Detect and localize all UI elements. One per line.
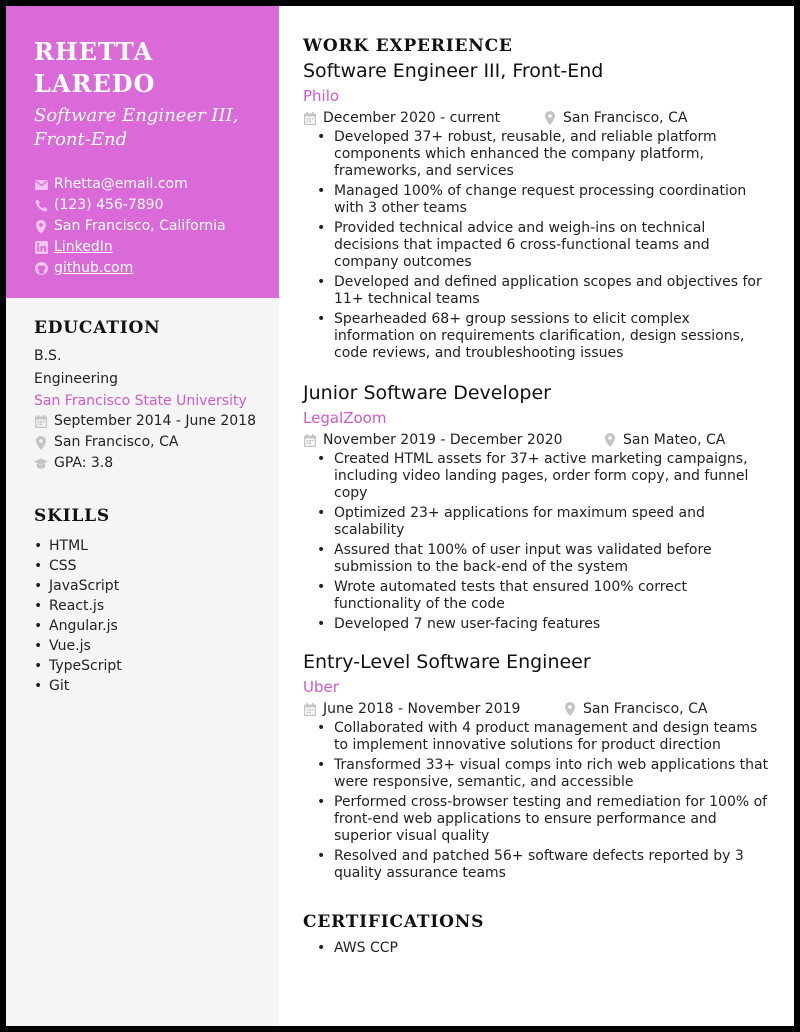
work-experience-heading: WORK EXPERIENCE bbox=[303, 36, 513, 56]
degree: B.S. bbox=[34, 348, 62, 364]
envelope-icon bbox=[34, 178, 48, 192]
field-of-study: Engineering bbox=[34, 371, 118, 387]
education-location-text: San Francisco, CA bbox=[54, 434, 179, 450]
calendar-icon bbox=[303, 433, 317, 447]
contact-linkedin: LinkedIn bbox=[34, 237, 251, 258]
github-link[interactable]: github.com bbox=[54, 258, 133, 279]
job-location-text: San Francisco, CA bbox=[583, 701, 708, 717]
calendar-icon bbox=[303, 702, 317, 716]
skill-item: Angular.js bbox=[34, 616, 269, 636]
job-location-text: San Francisco, CA bbox=[563, 110, 688, 126]
skills-heading: SKILLS bbox=[34, 506, 110, 526]
education-gpa: GPA: 3.8 bbox=[34, 453, 269, 474]
skills-list: HTML CSS JavaScript React.js Angular.js … bbox=[34, 536, 269, 696]
job-bullet: Wrote automated tests that ensured 100% … bbox=[314, 579, 773, 613]
linkedin-link[interactable]: LinkedIn bbox=[54, 237, 113, 258]
job-location-text: San Mateo, CA bbox=[623, 432, 726, 448]
job-bullet: Created HTML assets for 37+ active marke… bbox=[314, 451, 773, 502]
skill-item: React.js bbox=[34, 596, 269, 616]
certifications-heading: CERTIFICATIONS bbox=[303, 912, 485, 932]
company-name: Philo bbox=[303, 87, 340, 105]
job-bullet: Resolved and patched 56+ software defect… bbox=[314, 848, 773, 882]
job-dates-text: December 2020 - current bbox=[323, 110, 501, 126]
location-pin-icon bbox=[34, 435, 48, 450]
job-bullet: Transformed 33+ visual comps into rich w… bbox=[314, 757, 773, 791]
calendar-icon bbox=[303, 111, 317, 125]
resume-page: RHETTA LAREDO Software Engineer III, Fro… bbox=[6, 6, 794, 1026]
linkedin-icon bbox=[34, 241, 48, 255]
job-meta: December 2020 - current San Francisco, C… bbox=[303, 108, 773, 128]
job-location: San Mateo, CA bbox=[603, 430, 725, 450]
contact-list: Rhetta@email.com (123) 456-7890 San Fran… bbox=[34, 174, 251, 279]
candidate-name: RHETTA LAREDO bbox=[34, 37, 156, 98]
main-column: WORK EXPERIENCE Software Engineer III, F… bbox=[303, 36, 773, 960]
company-name: Uber bbox=[303, 678, 339, 696]
job-bullet: Developed 7 new user-facing features bbox=[314, 616, 773, 633]
skill-item: Vue.js bbox=[34, 636, 269, 656]
job-title: Junior Software Developer bbox=[303, 382, 551, 404]
job-entry: Entry-Level Software Engineer Uber June … bbox=[303, 649, 773, 882]
education-section: EDUCATION B.S. Engineering San Francisco… bbox=[34, 318, 269, 474]
education-dates-text: September 2014 - June 2018 bbox=[54, 413, 256, 429]
job-bullet: Developed 37+ robust, reusable, and reli… bbox=[314, 129, 773, 180]
contact-location: San Francisco, California bbox=[34, 216, 251, 237]
phone-icon bbox=[34, 199, 48, 213]
job-location: San Francisco, CA bbox=[543, 108, 687, 128]
skill-item: CSS bbox=[34, 556, 269, 576]
location-pin-icon bbox=[543, 111, 557, 125]
job-dates-text: November 2019 - December 2020 bbox=[323, 432, 563, 448]
phone-text: (123) 456-7890 bbox=[54, 197, 164, 213]
job-bullet: Performed cross-browser testing and reme… bbox=[314, 794, 773, 845]
location-text: San Francisco, California bbox=[54, 218, 226, 234]
job-dates: June 2018 - November 2019 bbox=[303, 699, 563, 719]
job-dates: December 2020 - current bbox=[303, 108, 543, 128]
location-pin-icon bbox=[563, 702, 577, 716]
education-location: San Francisco, CA bbox=[34, 432, 269, 453]
education-dates: September 2014 - June 2018 bbox=[34, 411, 269, 432]
job-bullet: Managed 100% of change request processin… bbox=[314, 183, 773, 217]
location-pin-icon bbox=[603, 433, 617, 447]
job-bullet: Provided technical advice and weigh-ins … bbox=[314, 220, 773, 271]
job-location: San Francisco, CA bbox=[563, 699, 707, 719]
skill-item: JavaScript bbox=[34, 576, 269, 596]
skill-item: Git bbox=[34, 676, 269, 696]
job-meta: June 2018 - November 2019 San Francisco,… bbox=[303, 699, 773, 719]
location-pin-icon bbox=[34, 219, 48, 234]
job-entry: Junior Software Developer LegalZoom Nove… bbox=[303, 380, 773, 633]
calendar-icon bbox=[34, 415, 48, 429]
job-meta: November 2019 - December 2020 San Mateo,… bbox=[303, 430, 773, 450]
job-bullet: Collaborated with 4 product management a… bbox=[314, 720, 773, 754]
job-bullet: Optimized 23+ applications for maximum s… bbox=[314, 505, 773, 539]
graduation-cap-icon bbox=[34, 457, 48, 471]
job-bullets: Collaborated with 4 product management a… bbox=[314, 720, 773, 882]
github-icon bbox=[34, 262, 48, 276]
skill-item: TypeScript bbox=[34, 656, 269, 676]
job-bullet: Developed and defined application scopes… bbox=[314, 274, 773, 308]
contact-github: github.com bbox=[34, 258, 251, 279]
certifications-list: AWS CCP bbox=[314, 940, 773, 957]
job-dates-text: June 2018 - November 2019 bbox=[323, 701, 521, 717]
company-name: LegalZoom bbox=[303, 409, 387, 427]
certification-item: AWS CCP bbox=[314, 940, 773, 957]
email-text: Rhetta@email.com bbox=[54, 176, 188, 192]
skills-section: SKILLS HTML CSS JavaScript React.js Angu… bbox=[34, 506, 269, 696]
candidate-title: Software Engineer III, Front-End bbox=[34, 105, 239, 150]
job-bullets: Developed 37+ robust, reusable, and reli… bbox=[314, 129, 773, 362]
job-dates: November 2019 - December 2020 bbox=[303, 430, 603, 450]
skill-item: HTML bbox=[34, 536, 269, 556]
job-title: Entry-Level Software Engineer bbox=[303, 651, 591, 673]
job-entry: Software Engineer III, Front-End Philo D… bbox=[303, 58, 773, 362]
contact-phone: (123) 456-7890 bbox=[34, 195, 251, 216]
job-bullet: Spearheaded 68+ group sessions to elicit… bbox=[314, 311, 773, 362]
gpa-text: GPA: 3.8 bbox=[54, 455, 114, 471]
contact-email: Rhetta@email.com bbox=[34, 174, 251, 195]
job-bullet: Assured that 100% of user input was vali… bbox=[314, 542, 773, 576]
job-title: Software Engineer III, Front-End bbox=[303, 60, 604, 82]
education-heading: EDUCATION bbox=[34, 318, 161, 338]
header-box: RHETTA LAREDO Software Engineer III, Fro… bbox=[6, 6, 279, 298]
job-bullets: Created HTML assets for 37+ active marke… bbox=[314, 451, 773, 633]
sidebar: RHETTA LAREDO Software Engineer III, Fro… bbox=[6, 6, 279, 1026]
school-name: San Francisco State University bbox=[34, 393, 247, 409]
